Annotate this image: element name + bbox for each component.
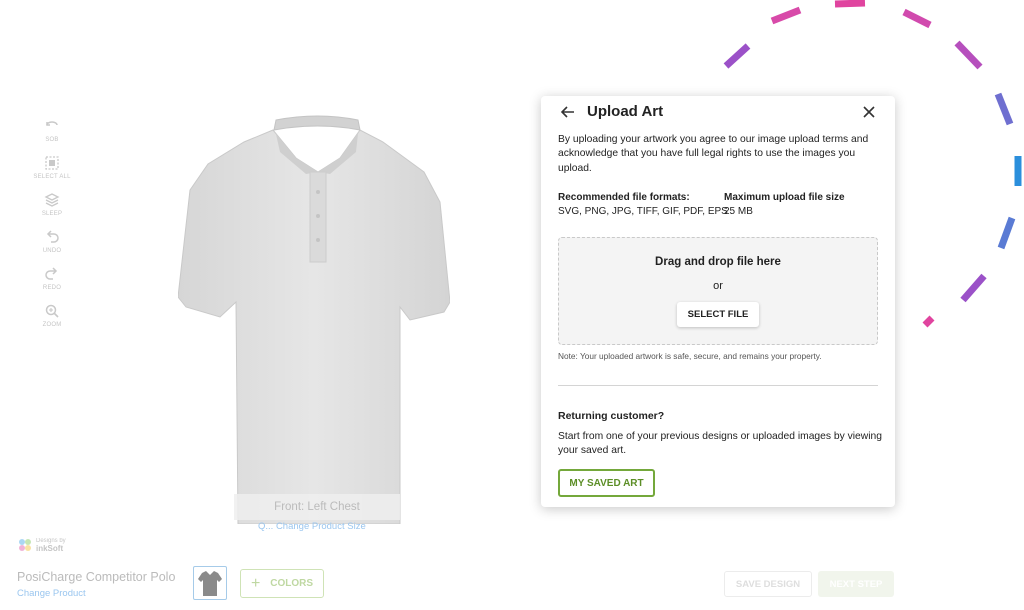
change-product-size-link[interactable]: Q... Change Product Size: [258, 521, 366, 532]
tool-rotate[interactable]: SOB: [30, 118, 74, 143]
close-icon[interactable]: [863, 106, 875, 118]
upload-terms-text: By uploading your artwork you agree to o…: [558, 134, 869, 174]
layers-icon: [44, 193, 60, 207]
tool-redo[interactable]: REDO: [30, 266, 74, 291]
tool-label: REDO: [42, 285, 62, 291]
colors-button[interactable]: + COLORS: [240, 569, 324, 598]
shirt-thumbnail-icon: [198, 571, 222, 596]
formats-value: SVG, PNG, JPG, TIFF, GIF, PDF, EPS: [558, 206, 728, 217]
tool-label: SELECT ALL: [33, 174, 71, 180]
tool-undo[interactable]: UNDO: [30, 229, 74, 254]
select-file-button[interactable]: SELECT FILE: [677, 302, 759, 327]
change-product-link[interactable]: Change Product: [17, 588, 86, 599]
size-heading: Maximum upload file size: [724, 192, 845, 203]
brand-line2: inkSoft: [36, 544, 64, 553]
returning-customer-heading: Returning customer?: [558, 410, 665, 422]
drop-zone-text: Drag and drop file here: [655, 256, 781, 268]
tool-select-all[interactable]: SELECT ALL: [30, 155, 74, 180]
tool-label: UNDO: [42, 248, 62, 254]
tool-label: SOB: [45, 137, 59, 143]
inksoft-logo-icon: [19, 539, 31, 551]
rotate-icon: [46, 121, 58, 126]
zoom-icon: [45, 304, 59, 318]
next-step-button[interactable]: NEXT STEP: [818, 571, 894, 597]
inksoft-logo: Designs by inkSoft: [17, 537, 66, 553]
tool-zoom[interactable]: ZOOM: [30, 303, 74, 328]
divider: [558, 385, 878, 386]
size-value: 25 MB: [724, 206, 753, 217]
formats-heading: Recommended file formats:: [558, 192, 690, 203]
product-name: PosiCharge Competitor Polo: [17, 570, 176, 584]
print-location-label[interactable]: Front: Left Chest: [234, 494, 400, 520]
redo-icon: [45, 267, 58, 280]
polo-shirt-image: [178, 115, 450, 524]
back-arrow-icon[interactable]: [561, 105, 575, 119]
returning-customer-text: Start from one of your previous designs …: [558, 431, 882, 457]
colors-label: COLORS: [270, 578, 314, 589]
product-thumbnail[interactable]: [193, 566, 227, 600]
security-note: Note: Your uploaded artwork is safe, sec…: [558, 351, 822, 361]
tool-layers[interactable]: SLEEP: [30, 192, 74, 217]
save-design-button[interactable]: SAVE DESIGN: [724, 571, 812, 597]
undo-icon: [46, 230, 59, 243]
modal-title: Upload Art: [587, 103, 664, 120]
select-all-icon: [45, 156, 59, 170]
drop-zone-or: or: [713, 280, 723, 292]
tool-label: SLEEP: [41, 211, 63, 217]
my-saved-art-button[interactable]: MY SAVED ART: [558, 469, 655, 497]
tool-label: ZOOM: [42, 322, 62, 328]
editor-toolbar: SOB SELECT ALL SLEEP UNDO REDO ZOOM: [30, 118, 74, 340]
plus-icon: +: [250, 574, 261, 592]
